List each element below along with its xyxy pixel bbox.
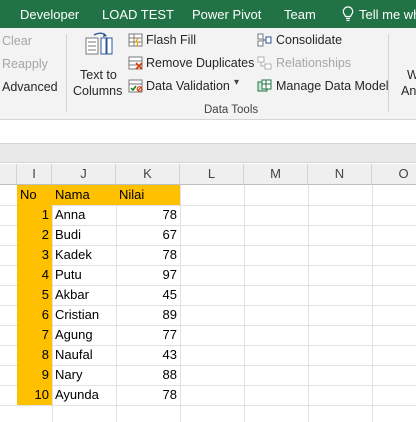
- cell-no[interactable]: 4: [17, 265, 52, 285]
- clear-button[interactable]: Clear: [2, 34, 32, 48]
- cell-nama[interactable]: Cristian: [52, 305, 116, 325]
- column-header-m[interactable]: M: [244, 164, 308, 185]
- cell-nama[interactable]: Nary: [52, 365, 116, 385]
- remove-duplicates-icon: [128, 56, 143, 70]
- relationships-button[interactable]: Relationships: [276, 56, 351, 70]
- cell-no[interactable]: 10: [17, 385, 52, 405]
- column-header-n[interactable]: N: [308, 164, 372, 185]
- manage-data-model-icon: [257, 79, 272, 92]
- cell-no[interactable]: 8: [17, 345, 52, 365]
- column-header-k[interactable]: K: [116, 164, 180, 185]
- tab-load-test[interactable]: LOAD TEST: [102, 7, 174, 22]
- cell-nilai[interactable]: 78: [116, 245, 180, 265]
- manage-data-model-button[interactable]: Manage Data Model: [276, 79, 389, 93]
- cell-no[interactable]: 1: [17, 205, 52, 225]
- corner-row-header: [0, 164, 17, 185]
- remove-duplicates-button[interactable]: Remove Duplicates: [146, 56, 254, 70]
- column-header-o[interactable]: O: [372, 164, 416, 185]
- gridline: [308, 185, 309, 422]
- consolidate-icon: [257, 33, 272, 47]
- data-validation-button[interactable]: Data Validation: [146, 79, 230, 93]
- cell-no[interactable]: 9: [17, 365, 52, 385]
- what-if-analysis-label-1[interactable]: W: [407, 68, 416, 82]
- formula-bar-strip: [0, 143, 416, 163]
- column-header-i[interactable]: I: [17, 164, 52, 185]
- data-tools-group-label: Data Tools: [204, 104, 259, 116]
- cell-nama[interactable]: Naufal: [52, 345, 116, 365]
- cell-no[interactable]: 7: [17, 325, 52, 345]
- gridline: [180, 185, 181, 422]
- gridline: [372, 185, 373, 422]
- tab-power-pivot[interactable]: Power Pivot: [192, 7, 261, 22]
- text-to-columns-icon: [85, 32, 113, 55]
- data-validation-icon: [128, 79, 143, 93]
- cell-nilai[interactable]: 88: [116, 365, 180, 385]
- cell-no[interactable]: 3: [17, 245, 52, 265]
- tab-team[interactable]: Team: [284, 7, 316, 22]
- relationships-icon: [257, 56, 272, 70]
- cell-nilai[interactable]: 45: [116, 285, 180, 305]
- cell-nama[interactable]: Budi: [52, 225, 116, 245]
- cell-nama[interactable]: Ayunda: [52, 385, 116, 405]
- cell-nama[interactable]: Kadek: [52, 245, 116, 265]
- cell-no[interactable]: 6: [17, 305, 52, 325]
- data-validation-dropdown-icon[interactable]: ▾: [234, 77, 239, 88]
- header-cell-nilai[interactable]: Nilai: [116, 185, 180, 205]
- cell-nilai[interactable]: 67: [116, 225, 180, 245]
- ribbon-gap: [0, 121, 416, 143]
- tell-me-text: Tell me wh: [359, 6, 416, 22]
- text-to-columns-label-2: Columns: [73, 84, 123, 98]
- cell-nama[interactable]: Akbar: [52, 285, 116, 305]
- reapply-button[interactable]: Reapply: [2, 57, 48, 71]
- ribbon-separator: [388, 34, 389, 112]
- header-cell-nama[interactable]: Nama: [52, 185, 116, 205]
- cell-nama[interactable]: Anna: [52, 205, 116, 225]
- cell-nilai[interactable]: 77: [116, 325, 180, 345]
- cell-nama[interactable]: Putu: [52, 265, 116, 285]
- lightbulb-icon: [342, 6, 354, 22]
- cell-nilai[interactable]: 97: [116, 265, 180, 285]
- advanced-button[interactable]: Advanced: [2, 80, 58, 94]
- cell-nilai[interactable]: 78: [116, 205, 180, 225]
- column-header-l[interactable]: L: [180, 164, 244, 185]
- gridline: [244, 185, 245, 422]
- cell-no[interactable]: 5: [17, 285, 52, 305]
- ribbon: Clear Reapply Advanced Text to Columns F…: [0, 28, 416, 120]
- ribbon-tab-bar: Developer LOAD TEST Power Pivot Team Tel…: [0, 0, 416, 28]
- ribbon-separator: [66, 34, 67, 112]
- consolidate-button[interactable]: Consolidate: [276, 33, 342, 47]
- cell-nilai[interactable]: 89: [116, 305, 180, 325]
- text-to-columns-label-1: Text to: [80, 68, 117, 82]
- cell-nilai[interactable]: 78: [116, 385, 180, 405]
- tab-developer[interactable]: Developer: [20, 7, 79, 22]
- header-cell-no[interactable]: No: [17, 185, 52, 205]
- gridline: [0, 405, 416, 406]
- cell-nama[interactable]: Agung: [52, 325, 116, 345]
- cell-nilai[interactable]: 43: [116, 345, 180, 365]
- flash-fill-button[interactable]: Flash Fill: [146, 33, 196, 47]
- column-header-j[interactable]: J: [52, 164, 116, 185]
- tell-me-box[interactable]: Tell me wh: [342, 6, 416, 22]
- flash-fill-icon: [128, 33, 143, 47]
- cell-no[interactable]: 2: [17, 225, 52, 245]
- what-if-analysis-label-2[interactable]: An: [401, 84, 416, 98]
